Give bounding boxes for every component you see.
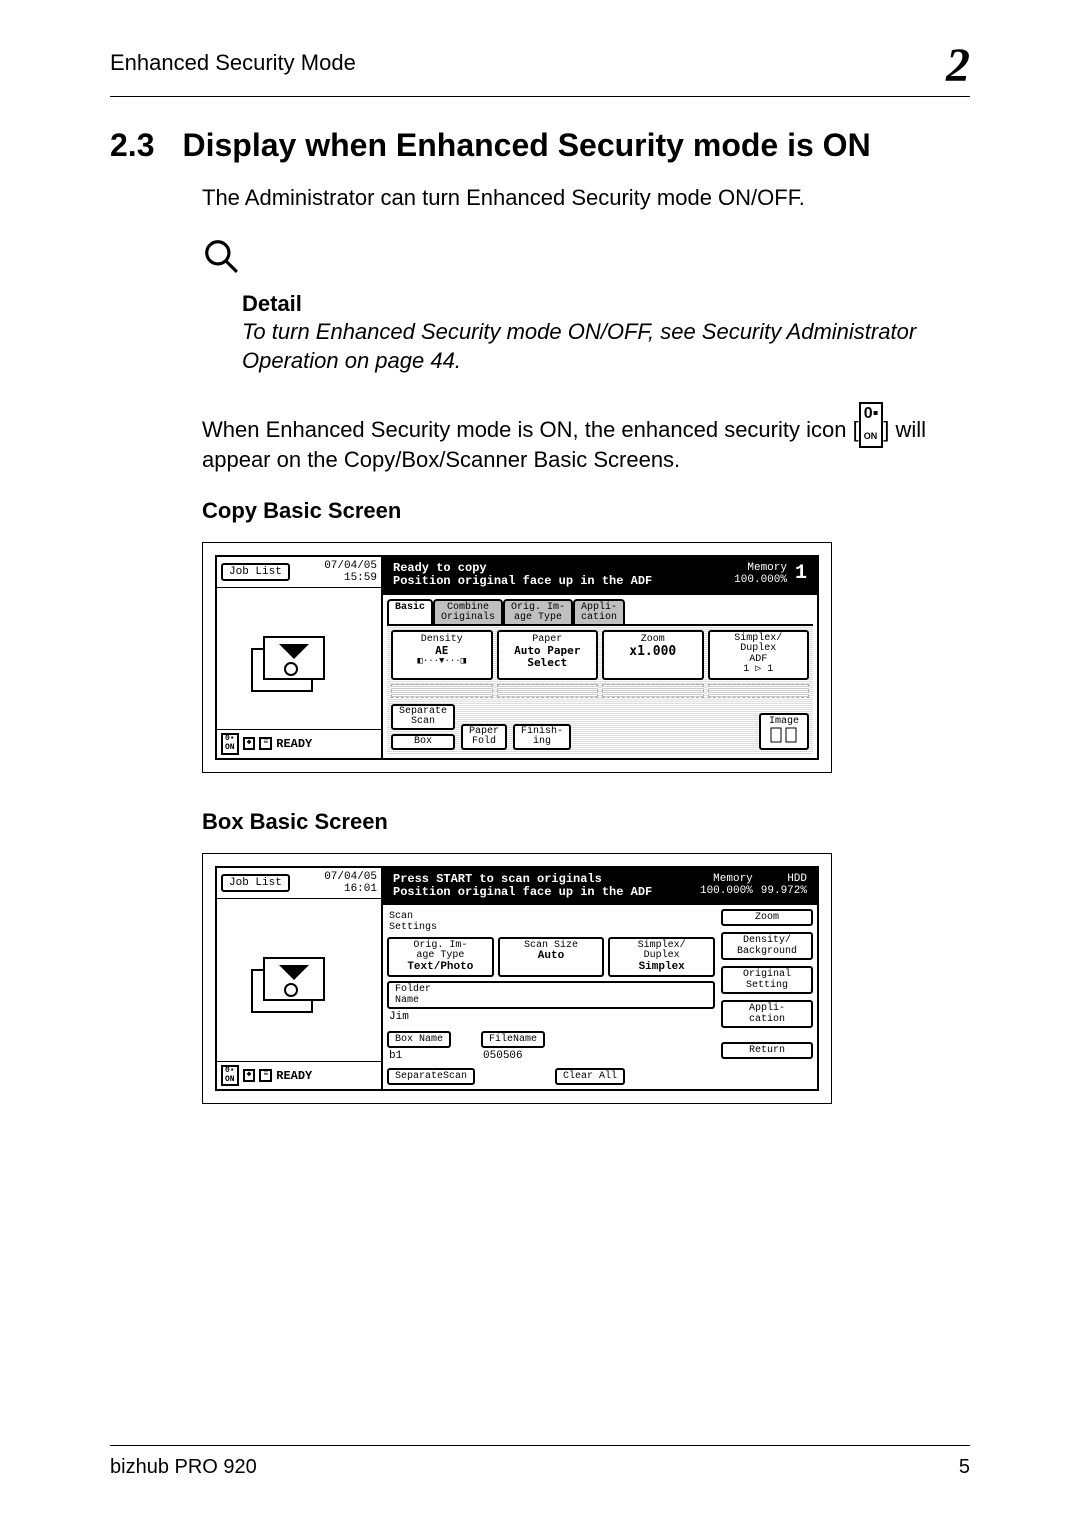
copy-screen-heading: Copy Basic Screen — [202, 498, 970, 524]
footer-page-number: 5 — [959, 1456, 970, 1479]
file-name-button[interactable]: FileName — [481, 1031, 545, 1048]
status-line-2: Position original face up in the ADF — [393, 575, 720, 588]
separate-scan-button[interactable]: SeparateScan — [387, 1068, 475, 1085]
tab-application[interactable]: Appli-cation — [573, 599, 625, 624]
hdd-value: 99.972% — [761, 885, 807, 897]
section-title: Display when Enhanced Security mode is O… — [182, 127, 870, 164]
detail-label: Detail — [242, 291, 970, 317]
job-list-button[interactable]: Job List — [221, 563, 290, 581]
security-on-icon: 0▪ON — [221, 733, 239, 755]
duplex-panel[interactable]: Simplex/Duplex Simplex — [608, 937, 715, 978]
status-line-2: Position original face up in the ADF — [393, 886, 686, 899]
box-button[interactable]: Box — [391, 734, 455, 750]
hdd-label: HDD — [761, 873, 807, 885]
status-line-1: Press START to scan originals — [393, 873, 686, 886]
application-button[interactable]: Appli-cation — [721, 1000, 813, 1028]
copy-count: 1 — [795, 562, 807, 585]
status-icon: ◆ — [243, 737, 256, 750]
job-list-button[interactable]: Job List — [221, 874, 290, 892]
file-name-value: 050506 — [481, 1050, 545, 1062]
memory-label: Memory — [700, 873, 753, 885]
finishing-button[interactable]: Finish-ing — [513, 724, 571, 750]
box-name-value: b1 — [387, 1050, 451, 1062]
date-display: 07/04/05 — [324, 871, 377, 883]
chapter-number: 2 — [946, 42, 970, 90]
status-icon: ◆ — [243, 1069, 256, 1082]
box-screen-heading: Box Basic Screen — [202, 809, 970, 835]
return-button[interactable]: Return — [721, 1042, 813, 1059]
density-background-button[interactable]: Density/Background — [721, 932, 813, 960]
status-icon: ≡ — [259, 1069, 272, 1082]
box-name-button[interactable]: Box Name — [387, 1031, 451, 1048]
density-panel[interactable]: Density AE ◧···▼···◨ — [391, 630, 493, 680]
folder-name-button[interactable]: FolderName — [387, 981, 715, 1009]
paper-fold-button[interactable]: PaperFold — [461, 724, 507, 750]
icon-note: When Enhanced Security mode is ON, the e… — [202, 400, 970, 474]
separate-scan-button[interactable]: SeparateScan — [391, 704, 455, 730]
security-on-icon: 0▪ON — [221, 1065, 239, 1087]
duplex-panel[interactable]: Simplex/Duplex ADF 1 ▷ 1 — [708, 630, 810, 680]
tab-orig-image-type[interactable]: Orig. Im-age Type — [503, 599, 573, 624]
ready-label: READY — [276, 737, 312, 751]
zoom-button[interactable]: Zoom — [721, 909, 813, 926]
scan-size-panel[interactable]: Scan Size Auto — [498, 937, 605, 978]
memory-value: 100.000% — [700, 885, 753, 897]
intro-text: The Administrator can turn Enhanced Secu… — [202, 184, 970, 213]
scan-settings-label: ScanSettings — [387, 909, 715, 937]
memory-label: Memory — [734, 562, 787, 574]
memory-value: 100.000% — [734, 574, 787, 586]
orig-image-type-panel[interactable]: Orig. Im-age Type Text/Photo — [387, 937, 494, 978]
folder-name-value: Jim — [387, 1011, 715, 1023]
footer-product: bizhub PRO 920 — [110, 1456, 257, 1479]
running-header: Enhanced Security Mode — [110, 50, 356, 76]
tab-basic[interactable]: Basic — [387, 599, 433, 624]
box-screen-figure: Job List 07/04/05 16:01 0▪ON ◆ ≡ READY — [202, 853, 832, 1105]
section-number: 2.3 — [110, 127, 154, 164]
paper-panel[interactable]: Paper Auto PaperSelect — [497, 630, 599, 680]
preview-thumbnail — [217, 899, 381, 1061]
preview-thumbnail — [217, 588, 381, 729]
detail-callout: Detail To turn Enhanced Security mode ON… — [110, 237, 970, 376]
original-setting-button[interactable]: OriginalSetting — [721, 966, 813, 994]
tab-combine-originals[interactable]: CombineOriginals — [433, 599, 503, 624]
clear-all-button[interactable]: Clear All — [555, 1068, 625, 1085]
date-display: 07/04/05 — [324, 560, 377, 572]
image-preview-button[interactable]: Image — [759, 713, 809, 750]
ready-label: READY — [276, 1069, 312, 1083]
zoom-panel[interactable]: Zoom x1.000 — [602, 630, 704, 680]
detail-text: To turn Enhanced Security mode ON/OFF, s… — [242, 317, 970, 376]
copy-screen-figure: Job List 07/04/05 15:59 0▪ON ◆ ≡ READY — [202, 542, 832, 772]
security-on-icon: 0▪ON — [859, 402, 884, 448]
status-icon: ≡ — [259, 737, 272, 750]
time-display: 15:59 — [324, 572, 377, 584]
time-display: 16:01 — [324, 883, 377, 895]
magnifier-icon — [202, 237, 240, 285]
